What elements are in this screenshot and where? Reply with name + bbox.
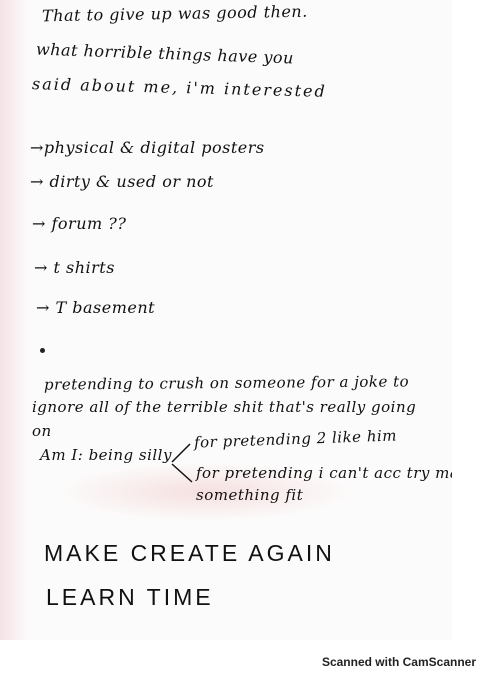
branch-something-fit: something fit [196,486,304,504]
make-create-again: MAKE CREATE AGAIN [44,540,335,566]
camscanner-watermark: Scanned with CamScanner [321,655,476,669]
scanned-page: That to give up was good then. what horr… [0,0,452,640]
branch-cant-try: for pretending i can't acc try make [196,464,452,482]
learn-time: LEARN TIME [46,584,214,610]
